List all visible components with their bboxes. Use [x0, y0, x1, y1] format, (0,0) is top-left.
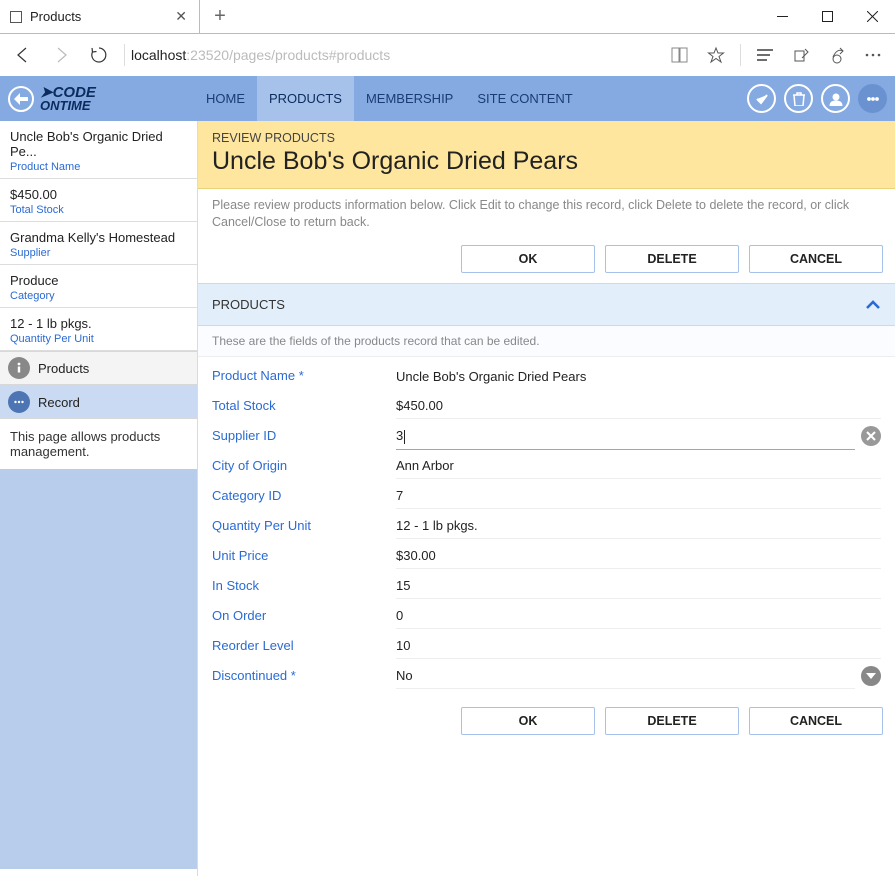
field-label: Quantity Per Unit	[212, 518, 396, 533]
side-card-product-name[interactable]: Uncle Bob's Organic Dried Pe... Product …	[0, 121, 197, 179]
new-tab-button[interactable]: +	[200, 0, 240, 34]
confirm-icon[interactable]	[747, 84, 776, 113]
top-nav: HOME PRODUCTS MEMBERSHIP SITE CONTENT	[194, 76, 585, 121]
field-value[interactable]: 3	[396, 422, 855, 450]
sidebar-description: This page allows products management.	[0, 419, 197, 469]
delete-button-bottom[interactable]: DELETE	[605, 707, 739, 735]
breadcrumb: REVIEW PRODUCTS	[212, 131, 881, 145]
panel-header[interactable]: PRODUCTS	[198, 283, 895, 326]
field-label: Total Stock	[212, 398, 396, 413]
hub-icon[interactable]	[747, 37, 783, 73]
app-back-button[interactable]	[8, 86, 34, 112]
field-label: Product Name *	[212, 368, 396, 383]
nav-products[interactable]: PRODUCTS	[257, 76, 354, 121]
delete-button[interactable]: DELETE	[605, 245, 739, 273]
field-label: Unit Price	[212, 548, 396, 563]
field-label: Discontinued *	[212, 668, 396, 683]
field-row: Unit Price$30.00	[212, 541, 881, 571]
field-row: Category ID7	[212, 481, 881, 511]
field-label: Category ID	[212, 488, 396, 503]
url-path: :23520/pages/products#products	[186, 47, 390, 63]
field-label: Supplier ID	[212, 428, 396, 443]
cancel-button-bottom[interactable]: CANCEL	[749, 707, 883, 735]
field-value[interactable]: 12 - 1 lb pkgs.	[396, 512, 881, 539]
field-row: Supplier ID3	[212, 421, 881, 451]
field-row: Total Stock$450.00	[212, 391, 881, 421]
nav-sitecontent[interactable]: SITE CONTENT	[465, 76, 584, 121]
side-card-quantity[interactable]: 12 - 1 lb pkgs. Quantity Per Unit	[0, 308, 197, 351]
ok-button[interactable]: OK	[461, 245, 595, 273]
field-value[interactable]: 7	[396, 482, 881, 509]
browser-refresh-button[interactable]	[80, 37, 118, 73]
side-card-supplier[interactable]: Grandma Kelly's Homestead Supplier	[0, 222, 197, 265]
more-icon[interactable]	[855, 37, 891, 73]
window-minimize-button[interactable]	[760, 0, 805, 33]
close-tab-icon[interactable]: ✕	[173, 6, 189, 27]
user-icon[interactable]	[821, 84, 850, 113]
field-value[interactable]: No	[396, 662, 855, 689]
field-label: City of Origin	[212, 458, 396, 473]
reading-mode-icon[interactable]	[662, 37, 698, 73]
field-row: City of OriginAnn Arbor	[212, 451, 881, 481]
field-label: On Order	[212, 608, 396, 623]
field-value[interactable]: Ann Arbor	[396, 452, 881, 479]
app-logo[interactable]: ➤CODEONTIME	[40, 86, 96, 112]
help-text: Please review products information below…	[198, 189, 895, 239]
address-bar[interactable]: localhost:23520/pages/products#products	[131, 47, 390, 63]
field-value[interactable]: 0	[396, 602, 881, 629]
tab-favicon	[10, 11, 22, 23]
field-row: On Order0	[212, 601, 881, 631]
field-label: Reorder Level	[212, 638, 396, 653]
field-row: Quantity Per Unit12 - 1 lb pkgs.	[212, 511, 881, 541]
collapse-icon[interactable]	[865, 294, 881, 315]
favorite-icon[interactable]	[698, 37, 734, 73]
ok-button-bottom[interactable]: OK	[461, 707, 595, 735]
clear-icon[interactable]	[861, 426, 881, 446]
side-card-category[interactable]: Produce Category	[0, 265, 197, 308]
browser-forward-button[interactable]	[42, 37, 80, 73]
notes-icon[interactable]	[783, 37, 819, 73]
page-title: Uncle Bob's Organic Dried Pears	[212, 147, 881, 176]
info-icon	[8, 357, 30, 379]
dropdown-icon[interactable]	[861, 666, 881, 686]
browser-tab[interactable]: Products ✕	[0, 0, 200, 34]
field-value[interactable]: 10	[396, 632, 881, 659]
window-maximize-button[interactable]	[805, 0, 850, 33]
sidebar-pill-products[interactable]: Products	[0, 351, 197, 385]
record-header: REVIEW PRODUCTS Uncle Bob's Organic Drie…	[198, 121, 895, 189]
field-row: In Stock15	[212, 571, 881, 601]
app-more-icon[interactable]	[858, 84, 887, 113]
field-value[interactable]: $450.00	[396, 392, 881, 419]
browser-back-button[interactable]	[4, 37, 42, 73]
field-value[interactable]: 15	[396, 572, 881, 599]
field-row: Discontinued *No	[212, 661, 881, 691]
window-close-button[interactable]	[850, 0, 895, 33]
tab-title: Products	[30, 9, 173, 24]
field-row: Product Name *Uncle Bob's Organic Dried …	[212, 361, 881, 391]
delete-icon[interactable]	[784, 84, 813, 113]
share-icon[interactable]	[819, 37, 855, 73]
url-host: localhost	[131, 47, 186, 63]
field-label: In Stock	[212, 578, 396, 593]
dots-icon	[8, 391, 30, 413]
field-value[interactable]: Uncle Bob's Organic Dried Pears	[396, 363, 881, 389]
nav-membership[interactable]: MEMBERSHIP	[354, 76, 465, 121]
field-row: Reorder Level10	[212, 631, 881, 661]
panel-help: These are the fields of the products rec…	[198, 326, 895, 357]
cancel-button[interactable]: CANCEL	[749, 245, 883, 273]
field-value[interactable]: $30.00	[396, 542, 881, 569]
nav-home[interactable]: HOME	[194, 76, 257, 121]
side-card-total-stock[interactable]: $450.00 Total Stock	[0, 179, 197, 222]
sidebar-pill-record[interactable]: Record	[0, 385, 197, 419]
